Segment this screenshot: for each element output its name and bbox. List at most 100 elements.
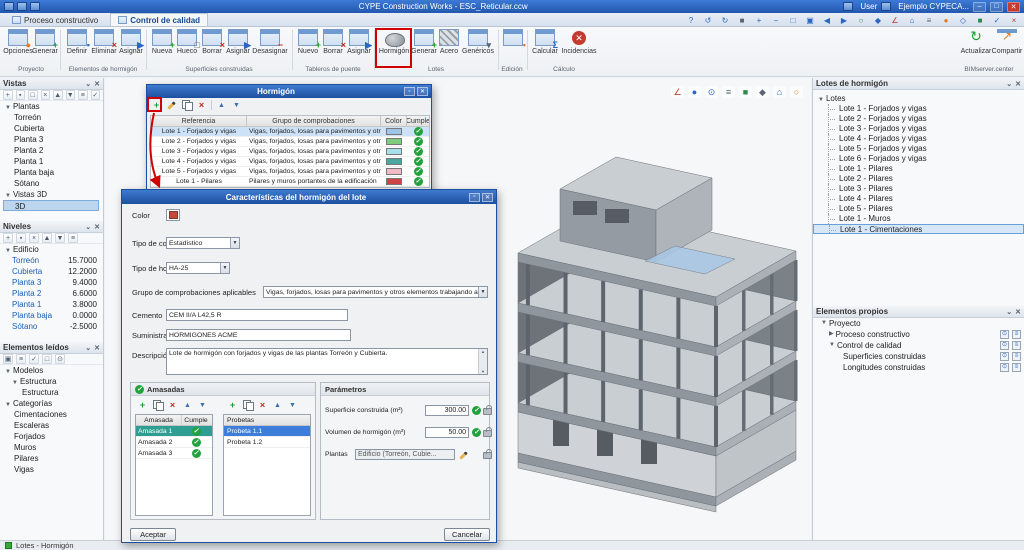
capture-icon[interactable]: ○ [790,86,803,98]
propios-longitudes-leaf[interactable]: Longitudes construidas⊙≡ [813,362,1024,373]
copy-lot-button[interactable] [181,100,192,111]
vistas-plantas-root[interactable]: ▼Plantas [0,101,103,112]
zoom-window-icon[interactable]: □ [787,15,799,26]
filter-icon[interactable]: ✓ [29,354,39,364]
collapse-icon[interactable]: ⌄ [85,80,91,88]
level-row[interactable]: Planta 39.4000 [0,277,103,288]
lote-item[interactable]: Lote 1 - Pilares [813,164,1024,174]
color-swatch[interactable] [386,168,402,175]
save-icon[interactable] [17,2,27,11]
vista-item[interactable]: Planta 3 [0,134,103,145]
collapse-icon[interactable]: ⌄ [1006,308,1012,316]
lock-icon[interactable] [483,408,492,415]
close-icon[interactable]: ✕ [94,223,100,231]
move-down-button[interactable]: ▼ [287,400,298,411]
capture-icon[interactable]: ◇ [957,15,969,26]
grid-icon[interactable]: ▣ [3,354,13,364]
ribbon-actualizar-button[interactable]: ↻Actualizar [960,29,992,65]
ribbon-eliminar-button[interactable]: ×Eliminar [90,29,118,65]
amasada-row[interactable]: Amasada 3 ✓ [136,448,212,459]
copy-amasada-button[interactable] [152,400,163,411]
color-swatch[interactable] [386,128,402,135]
lote-item[interactable]: Lote 2 - Pilares [813,174,1024,184]
shadow-icon[interactable]: ◆ [756,86,769,98]
tipo-control-dropdown[interactable]: Estadístico▼ [166,237,240,249]
ribbon-definir-button[interactable]: ▪Definir [64,29,90,65]
view-icon[interactable]: ⊙ [1000,352,1009,361]
lote-item[interactable]: Lote 4 - Forjados y vigas [813,134,1024,144]
vista-item[interactable]: Sótano [0,178,103,189]
help-icon[interactable]: ? [685,15,697,26]
ribbon-asignar-elementos-button[interactable]: ▶Asignar [118,29,144,65]
lote-item[interactable]: Lote 3 - Pilares [813,184,1024,194]
copy-probeta-button[interactable] [242,400,253,411]
level-row[interactable]: Torreón15.7000 [0,255,103,266]
tipo-hormigon-dropdown[interactable]: HA-25▼ [166,262,230,274]
color-swatch[interactable] [386,138,402,145]
probeta-row[interactable]: Probeta 1.2 [224,437,310,448]
vista-item[interactable]: Torreón [0,112,103,123]
superficie-value[interactable]: 300.00 [425,405,469,416]
maximize-button[interactable]: □ [990,2,1003,12]
report-icon[interactable]: ≡ [1012,341,1021,350]
grupo-comprobaciones-dropdown[interactable]: Vigas, forjados, losas para pavimentos y… [263,286,488,298]
view-icon[interactable]: ⊙ [1000,341,1009,350]
minimize-button[interactable]: – [973,2,986,12]
close-icon[interactable]: ✕ [1015,308,1021,316]
layers-icon[interactable]: ≡ [722,86,735,98]
view-icon[interactable]: ⊙ [1000,330,1009,339]
ribbon-hormigon-button[interactable]: Hormigón [378,29,410,65]
lote-item[interactable]: Lote 1 - Forjados y vigas [813,104,1024,114]
pan-icon[interactable]: ◆ [872,15,884,26]
lotes-root[interactable]: ▼Lotes [813,93,1024,104]
close-icon[interactable]: ✕ [94,344,100,352]
volumen-value[interactable]: 50.00 [425,427,469,438]
search-icon[interactable]: ⊙ [55,354,65,364]
move-down-button[interactable]: ▼ [197,400,208,411]
collapse-icon[interactable]: ⌄ [85,344,91,352]
close-icon[interactable]: ✕ [417,87,428,96]
categoria-item[interactable]: Escaleras [0,420,103,431]
lot-row[interactable]: Lote 2 - Forjados y vigas Vigas, forjado… [151,137,429,147]
move-up-button[interactable]: ▲ [272,400,283,411]
color-swatch-button[interactable] [166,209,180,221]
duplicate-view-icon[interactable]: □ [28,90,38,100]
amasada-row[interactable]: Amasada 1 ✓ [136,426,212,437]
fullscreen-icon[interactable]: ■ [974,15,986,26]
help-icon[interactable]: ▫ [404,87,415,96]
previous-view-icon[interactable]: ◀ [821,15,833,26]
ribbon-asignar-tablero-button[interactable]: ▶Asignar [346,29,372,65]
color-swatch[interactable] [386,158,402,165]
report-icon[interactable]: ≡ [1012,363,1021,372]
measure-icon[interactable]: ∠ [889,15,901,26]
lock-icon[interactable] [483,430,492,437]
categoria-item[interactable]: Vigas [0,464,103,475]
scrollbar[interactable]: ▲▼ [478,349,487,374]
ribbon-generar-lotes-button[interactable]: +Generar [411,29,437,65]
help-icon[interactable]: ▫ [469,193,480,202]
settings-icon[interactable]: ● [940,15,952,26]
move-up-icon[interactable]: ▲ [53,90,63,100]
view-icon[interactable]: ⊙ [1000,363,1009,372]
edit-plantas-button[interactable] [458,449,469,460]
move-down-icon[interactable]: ▼ [55,233,65,243]
box-icon[interactable]: □ [42,354,52,364]
undo-icon[interactable]: ↺ [702,15,714,26]
lot-row[interactable]: Lote 1 - Forjados y vigas Vigas, forjado… [151,127,429,137]
probeta-row[interactable]: Probeta 1.1 [224,426,310,437]
level-row[interactable]: Planta 26.6000 [0,288,103,299]
ribbon-incidencias-button[interactable]: Incidencias [560,29,598,65]
lot-row[interactable]: Lote 4 - Forjados y vigas Vigas, forjado… [151,157,429,167]
move-up-button[interactable]: ▲ [182,400,193,411]
scroll-up-icon[interactable]: ▲ [481,349,485,354]
color-swatch[interactable] [386,148,402,155]
print-icon[interactable]: ■ [736,15,748,26]
tab-control-de-calidad[interactable]: Control de calidad [110,13,208,26]
views-icon[interactable]: ⌂ [773,86,786,98]
vistas-3d-root[interactable]: ▼Vistas 3D [0,189,103,200]
ribbon-calcular-button[interactable]: ΣCalcular [531,29,559,65]
delete-view-icon[interactable]: × [41,90,51,100]
cancelar-button[interactable]: Cancelar [444,528,490,541]
close-icon[interactable]: ✕ [482,193,493,202]
scroll-down-icon[interactable]: ▼ [481,369,485,374]
